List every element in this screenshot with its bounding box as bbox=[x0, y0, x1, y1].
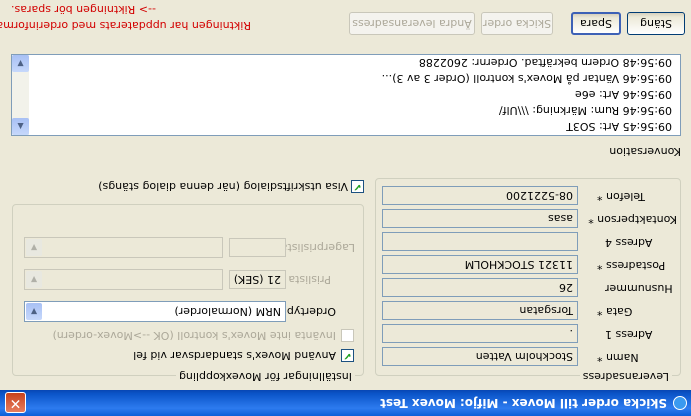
order-type-select[interactable]: NRM (Normalorder) ▼ bbox=[24, 301, 286, 322]
field-label: Adress 4 bbox=[605, 236, 653, 249]
save-button[interactable]: Spara bbox=[571, 12, 621, 35]
order-type-label: Ordertyp bbox=[286, 305, 336, 318]
field-label: Gata * bbox=[597, 305, 633, 318]
field-label: Husnummer bbox=[605, 282, 673, 295]
address1-field[interactable]: . bbox=[382, 324, 578, 343]
chevron-down-icon: ▼ bbox=[26, 271, 42, 288]
scroll-down-icon[interactable]: ▼ bbox=[12, 55, 29, 72]
log-scrollbar[interactable]: ▲ ▼ bbox=[12, 55, 29, 135]
chevron-down-icon: ▼ bbox=[26, 239, 42, 256]
address4-field[interactable] bbox=[382, 232, 578, 251]
title-bar: Skicka order till Movex - Mifjo: Movex T… bbox=[0, 390, 691, 416]
log-line: 09:56:46 Väntar på Movex's kontroll (Ord… bbox=[381, 72, 672, 85]
app-icon bbox=[673, 396, 687, 410]
close-window-button[interactable]: ✕ bbox=[5, 392, 26, 413]
dialog-window: Skicka order till Movex - Mifjo: Movex T… bbox=[0, 0, 691, 416]
status-message-2: --> Riktningen bör sparas. bbox=[11, 3, 156, 16]
send-order-button[interactable]: Skicka order bbox=[481, 12, 553, 35]
status-message-1: Riktningen har uppdaterats med orderinfo… bbox=[0, 19, 251, 32]
skip-control-checkbox[interactable] bbox=[341, 329, 354, 342]
name-field[interactable]: Stockholm Vatten bbox=[382, 347, 578, 366]
use-defaults-checkbox[interactable]: ✔ bbox=[341, 349, 354, 362]
warehouse-price-list-code-field[interactable] bbox=[229, 238, 286, 257]
field-label: Telefon * bbox=[597, 190, 646, 203]
close-button[interactable]: Stäng bbox=[627, 12, 685, 35]
field-label: Adress 1 bbox=[605, 328, 653, 341]
chevron-down-icon: ▼ bbox=[26, 303, 42, 320]
movex-settings-title: Inställningar för Movexkoppling bbox=[175, 370, 355, 383]
log-line: 09:56:45 Art: SO3T bbox=[566, 120, 672, 133]
log-line: 09:56:48 Ordern bekräftad. Ordernr: 2602… bbox=[418, 56, 672, 69]
contact-person-field[interactable]: asas bbox=[382, 209, 578, 228]
show-print-dialog-label: Visa utskriftsdialog (när denna dialog s… bbox=[98, 180, 348, 193]
show-print-dialog-checkbox[interactable]: ✔ bbox=[351, 180, 364, 193]
skip-control-label: Invänta inte Movex's kontroll (OK -->Mov… bbox=[52, 329, 336, 342]
log-line: 09:56:46 Rum: Märkning: \\\Ulf/ bbox=[498, 104, 672, 117]
warehouse-price-list-select[interactable]: ▼ bbox=[24, 237, 223, 258]
price-list-code-field[interactable]: 21 (SEK) bbox=[229, 270, 286, 289]
scroll-up-icon[interactable]: ▲ bbox=[12, 118, 29, 135]
price-list-select[interactable]: ▼ bbox=[24, 269, 223, 290]
conversation-title: Konversation bbox=[609, 145, 681, 158]
postal-address-field[interactable]: 11321 STOCKHOLM bbox=[382, 255, 578, 274]
conversation-log[interactable]: 09:56:45 Art: SO3T 09:56:46 Rum: Märknin… bbox=[11, 54, 681, 136]
log-line: 09:56:46 Art: e6e bbox=[575, 88, 672, 101]
price-list-label: Prislista bbox=[288, 273, 331, 286]
house-number-field[interactable]: 26 bbox=[382, 278, 578, 297]
street-field[interactable]: Torsgatan bbox=[382, 301, 578, 320]
delivery-address-title: Leveransadress bbox=[579, 370, 672, 383]
window-title: Skicka order till Movex - Mifjo: Movex T… bbox=[380, 396, 667, 410]
close-icon: ✕ bbox=[9, 395, 22, 411]
field-label: Postadress * bbox=[597, 259, 666, 272]
use-defaults-label: Använd Movex's standardsvar vid fel bbox=[133, 349, 336, 362]
field-label: Namn * bbox=[597, 351, 639, 364]
field-label: Kontaktperson * bbox=[588, 213, 677, 226]
phone-field[interactable]: 08-5221200 bbox=[382, 186, 578, 205]
warehouse-price-list-label: Lagerprislista bbox=[280, 241, 355, 254]
change-address-button[interactable]: Ändra leveransadress bbox=[349, 12, 475, 35]
